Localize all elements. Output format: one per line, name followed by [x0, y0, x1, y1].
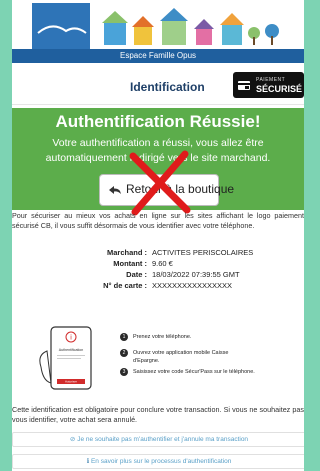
- cancel-transaction-link[interactable]: ⊘ Je ne souhaite pas m'authentifier et j…: [12, 432, 304, 447]
- detail-row-amount: Montant : 9.60 €: [12, 259, 304, 270]
- banner-strip: Espace Famille Opus: [12, 49, 304, 63]
- info-icon: ℹ: [86, 458, 90, 465]
- step-number: 1: [120, 333, 128, 341]
- detail-label: Montant :: [113, 259, 147, 268]
- detail-value: XXXXXXXXXXXXXXXX: [152, 281, 233, 290]
- houses-illustration-icon: [32, 3, 279, 49]
- detail-label: N° de carte :: [103, 281, 147, 290]
- learn-more-link[interactable]: ℹ En savoir plus sur le processus d'auth…: [12, 454, 304, 469]
- step-text: Ouvrez votre application mobile Caisse d…: [133, 350, 229, 364]
- step-number: 3: [120, 368, 128, 376]
- phone-screen-title: Authentification: [59, 348, 84, 352]
- secure-payment-badge: PAIEMENT SÉCURISÉ: [233, 72, 304, 98]
- cancel-transaction-label: Je ne souhaite pas m'authentifier et j'a…: [77, 436, 249, 443]
- step-text: Saisissez votre code Sécur'Pass sur le t…: [133, 369, 255, 375]
- secure-info-text: Pour sécuriser au mieux vos achats en li…: [12, 211, 304, 230]
- identification-header: Identification PAIEMENT SÉCURISÉ: [12, 68, 304, 105]
- obligation-text: Cette identification est obligatoire pou…: [12, 405, 304, 424]
- badge-line2: SÉCURISÉ: [256, 84, 303, 94]
- detail-value: ACTIVITES PERISCOLAIRES: [152, 248, 254, 257]
- identification-title: Identification: [130, 80, 205, 94]
- detail-row-card: N° de carte : XXXXXXXXXXXXXXXX: [12, 281, 304, 292]
- circle-slash-icon: ⊘: [69, 436, 76, 443]
- detail-row-date: Date : 18/03/2022 07:39:55 GMT: [12, 270, 304, 281]
- step-text: Prenez votre téléphone.: [133, 334, 192, 340]
- step-number: 2: [120, 349, 128, 357]
- detail-value: 18/03/2022 07:39:55 GMT: [152, 270, 240, 279]
- red-cross-mark: [129, 150, 191, 216]
- payment-page: Espace Famille Opus Identification PAIEM…: [12, 0, 304, 471]
- lock-card-icon: [238, 81, 250, 90]
- site-banner: Espace Famille Opus: [12, 0, 304, 64]
- detail-value: 9.60 €: [152, 259, 173, 268]
- badge-line1: PAIEMENT: [256, 77, 286, 83]
- detail-label: Date :: [126, 270, 147, 279]
- detail-label: Marchand :: [106, 248, 147, 257]
- phone-screen-button: Autoriser: [65, 380, 77, 384]
- success-title: Authentification Réussie!: [55, 112, 261, 131]
- phone-illustration-icon: i Authentification Autoriser: [39, 326, 92, 390]
- learn-more-label: En savoir plus sur le processus d'authen…: [90, 458, 232, 465]
- detail-row-merchant: Marchand : ACTIVITES PERISCOLAIRES: [12, 248, 304, 259]
- return-arrow-icon: [109, 186, 121, 194]
